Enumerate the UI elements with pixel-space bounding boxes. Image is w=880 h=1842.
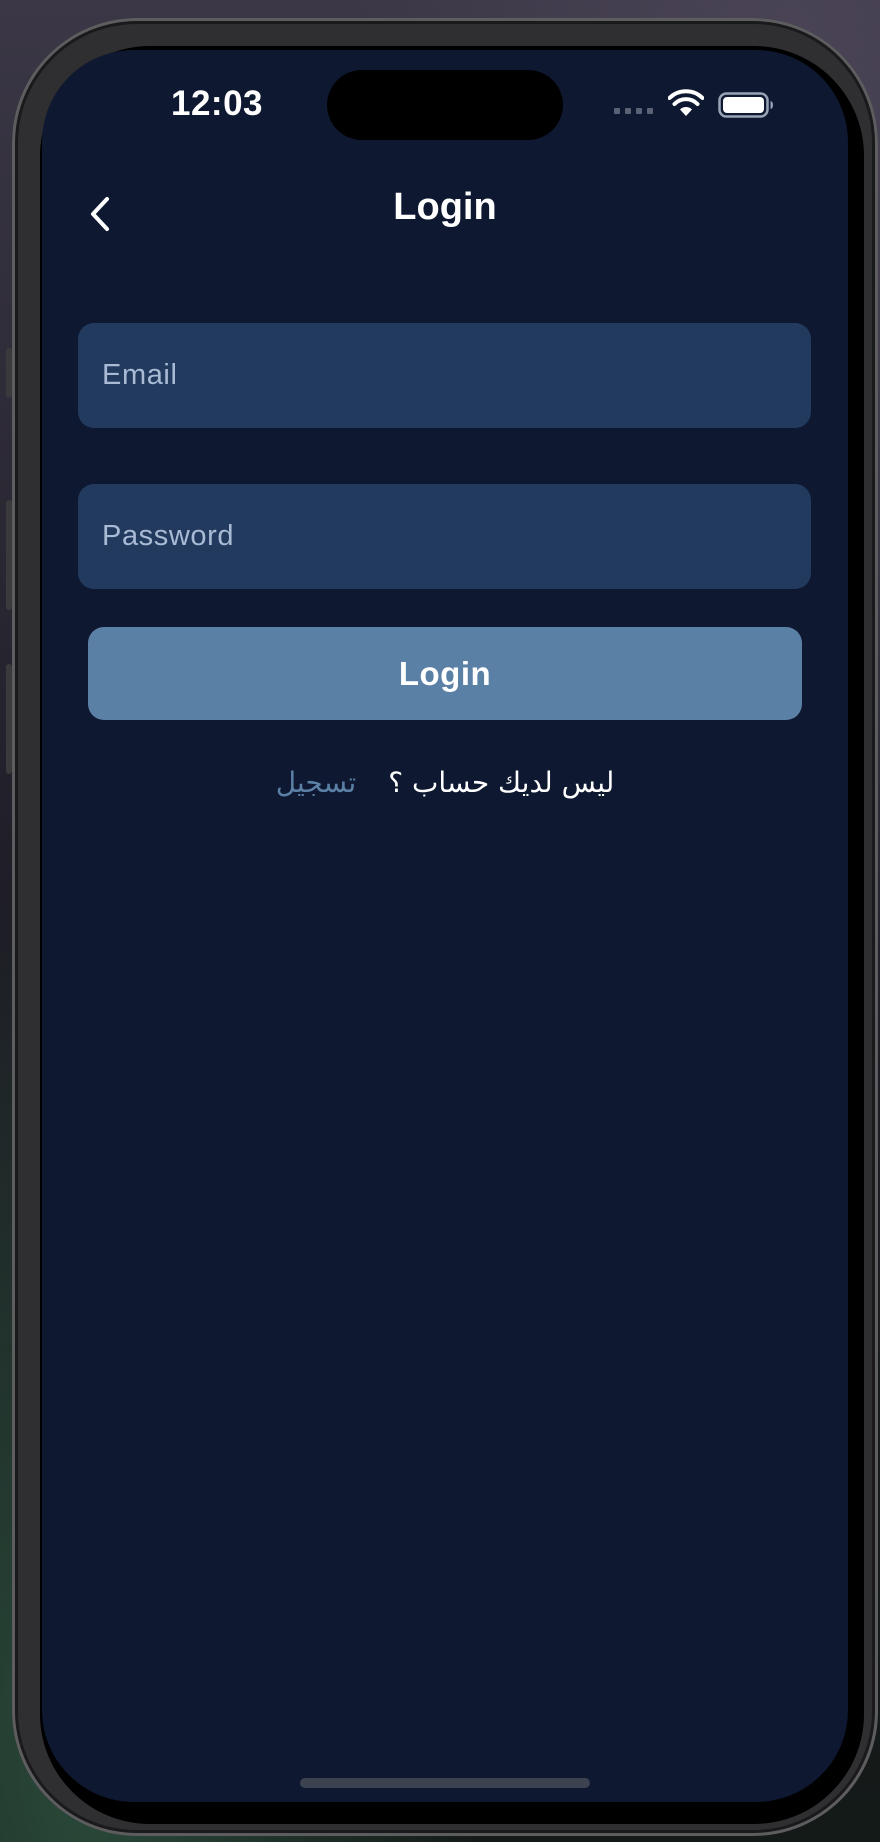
email-field[interactable] <box>78 323 811 428</box>
cellular-signal-icon <box>614 108 653 114</box>
home-indicator[interactable] <box>300 1778 590 1788</box>
wifi-icon <box>668 89 704 116</box>
signup-link[interactable]: تسجيل <box>276 766 357 799</box>
dynamic-island <box>327 70 563 140</box>
battery-icon <box>718 92 773 118</box>
page-title: Login <box>393 186 497 228</box>
signup-row: تسجيل ليس لديك حساب ؟ <box>42 766 848 799</box>
login-button[interactable]: Login <box>88 627 802 720</box>
signup-prompt: ليس لديك حساب ؟ <box>388 766 615 799</box>
side-button-silent <box>6 348 12 398</box>
side-button-volume-down <box>6 664 12 774</box>
app-screen: 12:03 Login Login تسجيل ليس لديك حساب ؟ <box>42 50 848 1802</box>
status-time: 12:03 <box>170 84 264 123</box>
password-field[interactable] <box>78 484 811 589</box>
side-button-volume-up <box>6 500 12 610</box>
